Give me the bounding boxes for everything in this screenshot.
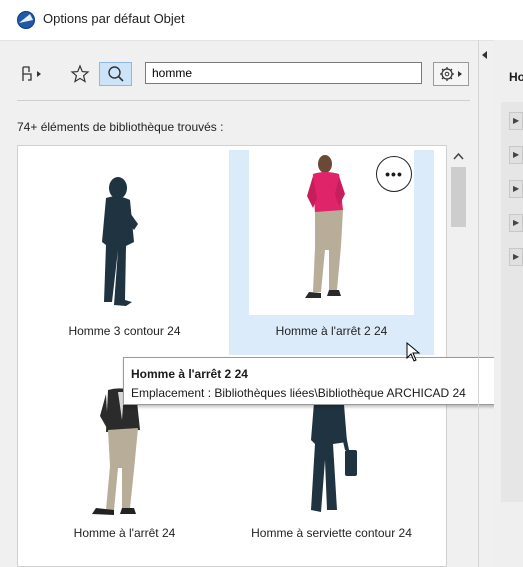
- archicad-logo-icon: [17, 11, 35, 29]
- expand-arrow-icon: ▶: [513, 184, 520, 193]
- expand-arrow-icon: ▶: [513, 150, 520, 159]
- gear-arrow-icon: [440, 67, 462, 81]
- tooltip-location: Emplacement : Bibliothèques liées\Biblio…: [131, 386, 466, 400]
- filter-tree-button[interactable]: [17, 62, 47, 86]
- settings-panel: Ho ▶ ▶ ▶ ▶ ▶: [494, 40, 523, 567]
- results-scrollbar[interactable]: [447, 145, 470, 567]
- results-count: 74+ éléments de bibliothèque trouvés :: [17, 120, 224, 134]
- hierarchy-arrow-icon: [22, 66, 41, 81]
- search-input[interactable]: [145, 62, 422, 84]
- tooltip-title: Homme à l'arrêt 2 24: [131, 367, 248, 381]
- mouse-cursor-icon: [406, 342, 421, 362]
- library-item-homme-arret-2[interactable]: ••• Homme à l'arrêt 2 24: [229, 150, 434, 355]
- item-tooltip: Homme à l'arrêt 2 24 Emplacement : Bibli…: [123, 357, 518, 405]
- scroll-thumb[interactable]: [451, 167, 466, 227]
- favorites-button[interactable]: [68, 62, 92, 86]
- expand-arrow-icon: ▶: [513, 252, 520, 261]
- library-item-homme-3-contour[interactable]: Homme 3 contour 24: [22, 150, 227, 355]
- window-title: Options par défaut Objet: [43, 11, 185, 26]
- panel-expand-button[interactable]: ▶: [509, 146, 523, 164]
- item-label: Homme à serviette contour 24: [251, 526, 412, 540]
- panel-expand-button[interactable]: ▶: [509, 180, 523, 198]
- search-settings-button[interactable]: [433, 62, 469, 86]
- scroll-up-arrow-icon: [453, 152, 464, 160]
- panel-expand-button[interactable]: ▶: [509, 112, 523, 130]
- item-label: Homme 3 contour 24: [68, 324, 181, 338]
- settings-panel-header: Ho: [509, 70, 523, 84]
- item-label: Homme à l'arrêt 2 24: [275, 324, 388, 338]
- expand-arrow-icon: ▶: [513, 116, 520, 125]
- expand-arrow-icon: ▶: [513, 218, 520, 227]
- panel-expand-button[interactable]: ▶: [509, 214, 523, 232]
- toolbar-divider: [17, 100, 470, 101]
- panel-expand-button[interactable]: ▶: [509, 248, 523, 266]
- star-icon: [70, 64, 90, 83]
- collapse-left-arrow-icon[interactable]: [481, 50, 489, 60]
- item-label: Homme à l'arrêt 24: [73, 526, 176, 540]
- title-bar: Options par défaut Objet: [0, 0, 523, 41]
- more-options-button[interactable]: •••: [376, 156, 412, 192]
- panel-splitter[interactable]: [478, 40, 479, 567]
- magnifier-icon: [107, 66, 124, 82]
- search-toggle-button[interactable]: [99, 62, 132, 86]
- results-grid: Homme 3 contour 24 ••• Homme à l'arrêt 2…: [17, 145, 447, 567]
- man-silhouette-thumbnail: [102, 177, 138, 306]
